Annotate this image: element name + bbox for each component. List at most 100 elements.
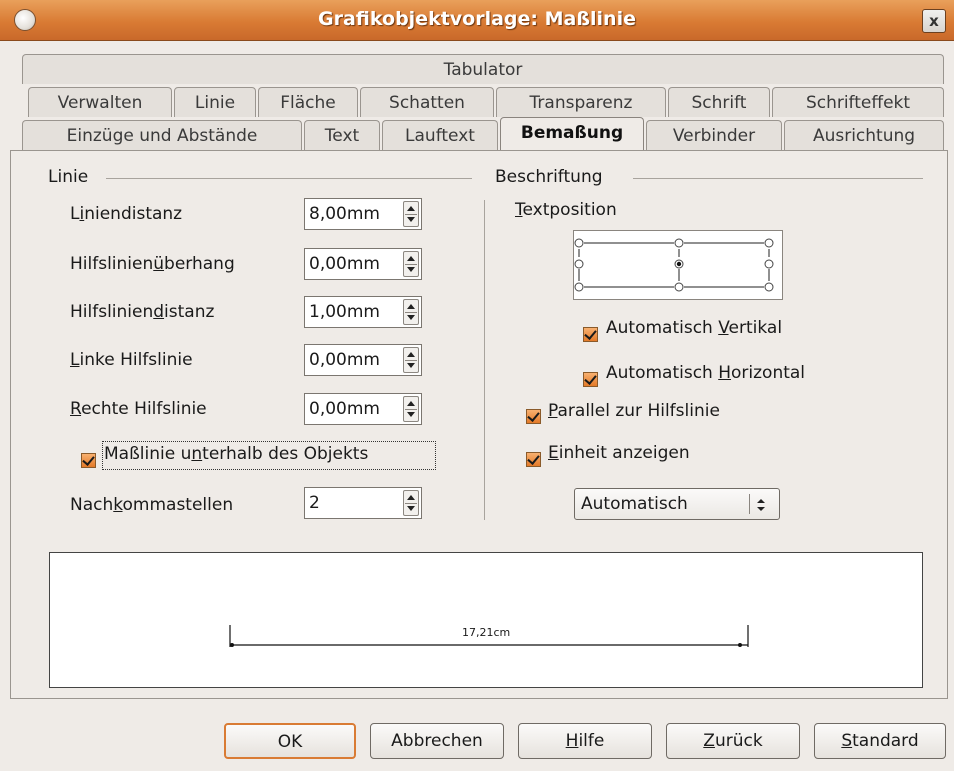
label-hilfslinienueberhang: Hilfslinienüberhang — [70, 254, 235, 274]
label-textposition: Textposition — [515, 200, 617, 220]
title-bar[interactable]: Grafikobjektvorlage: Maßlinie x — [0, 0, 954, 41]
textposition-grid-icon[interactable] — [574, 231, 782, 299]
column-separator — [484, 200, 485, 520]
spin-down-icon[interactable] — [407, 363, 415, 368]
tab-transparenz[interactable]: Transparenz — [496, 87, 666, 117]
tab-row-2: Verwalten Linie Fläche Schatten Transpar… — [22, 87, 946, 117]
spin-arrows[interactable] — [403, 201, 419, 227]
label-part: istanz — [164, 302, 215, 322]
auto-horizontal-label[interactable]: Automatisch Horizontal — [606, 363, 805, 383]
liniendistanz-spinbox[interactable]: 8,00mm — [304, 198, 422, 230]
tab-schrifteffekt[interactable]: Schrifteffekt — [772, 87, 944, 117]
hilfsliniendistanz-spinbox[interactable]: 1,00mm — [304, 296, 422, 328]
group-divider — [106, 178, 472, 179]
tab-verbinder[interactable]: Verbinder — [646, 120, 782, 150]
label-mnemonic: V — [718, 318, 729, 338]
spin-arrows[interactable] — [403, 347, 419, 373]
auto-vertikal-checkbox[interactable] — [583, 327, 598, 342]
label-part: tandard — [852, 731, 919, 751]
spin-up-icon[interactable] — [407, 495, 415, 500]
spin-down-icon[interactable] — [407, 315, 415, 320]
auto-horizontal-checkbox[interactable] — [583, 372, 598, 387]
spin-arrows[interactable] — [403, 396, 419, 422]
tab-text[interactable]: Text — [304, 120, 380, 150]
label-part: Hilfslinien — [70, 254, 154, 274]
spin-up-icon[interactable] — [407, 352, 415, 357]
einheit-label[interactable]: Einheit anzeigen — [548, 443, 690, 463]
label-part: orizontal — [731, 363, 806, 383]
label-mnemonic: P — [548, 401, 558, 421]
tab-ausrichtung[interactable]: Ausrichtung — [784, 120, 944, 150]
label-hilfsliniendistanz: Hilfsliniendistanz — [70, 302, 214, 322]
label-part: terhalb des Objekts — [202, 444, 369, 464]
label-mnemonic: d — [153, 302, 165, 322]
spin-down-icon[interactable] — [407, 412, 415, 417]
parallel-label[interactable]: Parallel zur Hilfslinie — [548, 401, 720, 421]
nachkommastellen-value[interactable]: 2 — [309, 493, 320, 513]
tab-linie[interactable]: Linie — [174, 87, 256, 117]
masslinie-unterhalb-label[interactable]: Maßlinie unterhalb des Objekts — [104, 444, 368, 464]
tab-schatten[interactable]: Schatten — [360, 87, 494, 117]
spin-arrows[interactable] — [403, 251, 419, 277]
hilfslinienueberhang-value[interactable]: 0,00mm — [309, 254, 380, 274]
tab-bemassung[interactable]: Bemaßung — [500, 117, 644, 151]
liniendistanz-value[interactable]: 8,00mm — [309, 204, 380, 224]
ok-button[interactable]: OK — [224, 723, 356, 759]
spin-up-icon[interactable] — [407, 304, 415, 309]
linke-hilfslinie-value[interactable]: 0,00mm — [309, 350, 380, 370]
rechte-hilfslinie-spinbox[interactable]: 0,00mm — [304, 393, 422, 425]
standard-button[interactable]: Standard — [814, 723, 946, 759]
zurueck-button[interactable]: Zurück — [666, 723, 800, 759]
einheit-checkbox[interactable] — [526, 452, 541, 467]
linke-hilfslinie-spinbox[interactable]: 0,00mm — [304, 344, 422, 376]
label-rechte-hilfslinie: Rechte Hilfslinie — [70, 399, 207, 419]
spin-up-icon[interactable] — [407, 206, 415, 211]
label-nachkommastellen: Nachkommastellen — [70, 495, 233, 515]
auto-vertikal-label[interactable]: Automatisch Vertikal — [606, 318, 782, 338]
label-part: inheit anzeigen — [558, 443, 690, 463]
abbrechen-button[interactable]: Abbrechen — [370, 723, 504, 759]
tab-verwalten[interactable]: Verwalten — [28, 87, 172, 117]
tab-row-3: Einzüge und Abstände Text Lauftext Bemaß… — [22, 117, 946, 151]
label-mnemonic: Z — [703, 731, 715, 751]
select-divider — [749, 494, 750, 514]
close-button[interactable]: x — [922, 9, 946, 33]
label-part: berhang — [164, 254, 235, 274]
spin-down-icon[interactable] — [407, 267, 415, 272]
spin-arrows[interactable] — [403, 490, 419, 516]
spin-down-icon[interactable] — [407, 506, 415, 511]
spin-down-icon[interactable] — [407, 217, 415, 222]
hilfslinienueberhang-spinbox[interactable]: 0,00mm — [304, 248, 422, 280]
tab-schrift[interactable]: Schrift — [668, 87, 770, 117]
label-mnemonic: H — [565, 731, 579, 751]
dialog-window: Grafikobjektvorlage: Maßlinie x Tabulato… — [0, 0, 954, 771]
label-linke-hilfslinie: Linke Hilfslinie — [70, 350, 193, 370]
tab-lauftext[interactable]: Lauftext — [382, 120, 498, 150]
label-part: echte Hilfslinie — [81, 399, 207, 419]
dimension-line-preview — [229, 625, 749, 647]
label-mnemonic: n — [191, 444, 203, 464]
einheit-select[interactable]: Automatisch — [574, 488, 780, 520]
hilfe-button[interactable]: Hilfe — [518, 723, 652, 759]
spin-arrows[interactable] — [403, 299, 419, 325]
parallel-checkbox[interactable] — [526, 409, 541, 424]
spin-up-icon[interactable] — [407, 256, 415, 261]
nachkommastellen-spinbox[interactable]: 2 — [304, 487, 422, 519]
label-mnemonic: S — [841, 731, 853, 751]
masslinie-unterhalb-checkbox[interactable] — [81, 453, 96, 468]
label-part: ertikal — [728, 318, 783, 338]
rechte-hilfslinie-value[interactable]: 0,00mm — [309, 399, 380, 419]
textposition-selector[interactable] — [573, 230, 783, 300]
tab-tabulator[interactable]: Tabulator — [22, 54, 944, 84]
label-mnemonic: R — [70, 399, 82, 419]
group-divider — [633, 178, 923, 179]
spin-up-icon[interactable] — [407, 401, 415, 406]
tab-row-1: Tabulator — [22, 54, 946, 84]
group-label-linie: Linie — [48, 167, 89, 187]
label-mnemonic: T — [515, 200, 523, 220]
label-part: Hilfslinien — [70, 302, 154, 322]
tab-einzuege[interactable]: Einzüge und Abstände — [22, 120, 302, 150]
label-part: ilfe — [578, 731, 605, 751]
tab-flaeche[interactable]: Fläche — [258, 87, 358, 117]
hilfsliniendistanz-value[interactable]: 1,00mm — [309, 302, 380, 322]
